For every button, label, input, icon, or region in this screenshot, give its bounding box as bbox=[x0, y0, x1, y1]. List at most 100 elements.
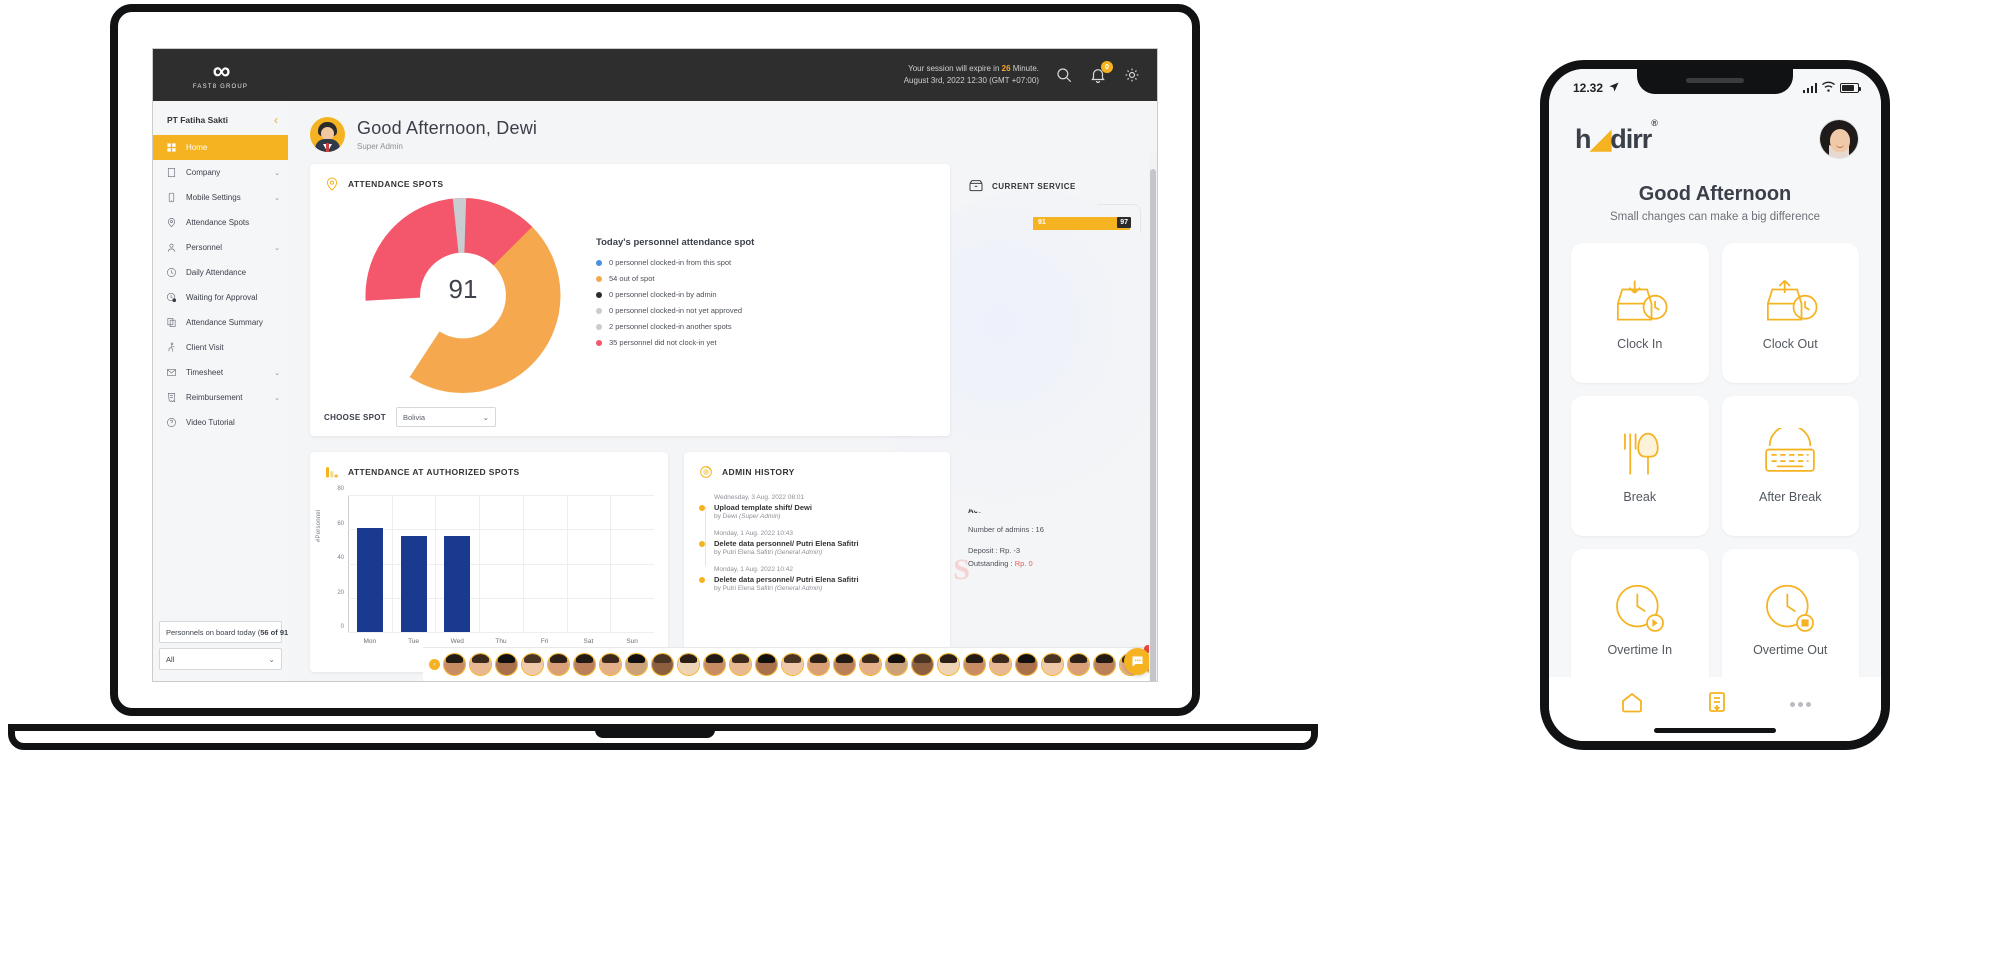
avatar[interactable] bbox=[859, 653, 882, 676]
tile-overtime-in[interactable]: Overtime In bbox=[1571, 549, 1709, 689]
avatar[interactable] bbox=[703, 653, 726, 676]
laptop-screen: ∞ FAST8 GROUP Your session will expire i… bbox=[152, 48, 1158, 682]
avatar[interactable] bbox=[833, 653, 856, 676]
avatar[interactable] bbox=[651, 653, 674, 676]
legend-dot bbox=[596, 340, 602, 346]
location-arrow-icon bbox=[1608, 81, 1620, 96]
cart-icon bbox=[968, 337, 984, 353]
overtime-in-icon bbox=[1609, 581, 1671, 633]
sidebar-item-label: Video Tutorial bbox=[186, 418, 280, 427]
tile-after-break[interactable]: After Break bbox=[1722, 396, 1860, 536]
history-author: by Putri Elena Safitri (General Admin) bbox=[714, 549, 936, 556]
link-invoice-deposit[interactable]: Invoice & Deposit bbox=[968, 425, 1141, 436]
bell-icon[interactable]: 0 bbox=[1089, 66, 1107, 84]
gridline: 20 bbox=[348, 598, 654, 599]
sidebar-item-daily-attendance[interactable]: Daily Attendance bbox=[153, 260, 288, 285]
sidebar-item-reimbursement[interactable]: Reimbursement ⌄ bbox=[153, 385, 288, 410]
avatar[interactable] bbox=[1093, 653, 1116, 676]
sidebar-item-attendance-summary[interactable]: Attendance Summary bbox=[153, 310, 288, 335]
list-item[interactable]: Wednesday, 3 Aug. 2022 08:01 Upload temp… bbox=[700, 494, 936, 520]
avatar[interactable] bbox=[989, 653, 1012, 676]
avatar[interactable] bbox=[443, 653, 466, 676]
sidebar-item-label: Waiting for Approval bbox=[186, 293, 280, 302]
avatar[interactable] bbox=[469, 653, 492, 676]
avatar[interactable] bbox=[1041, 653, 1064, 676]
avatar[interactable] bbox=[1819, 119, 1859, 159]
legend-dot bbox=[596, 308, 602, 314]
choose-spot-label: CHOOSE SPOT bbox=[324, 413, 386, 422]
bar[interactable] bbox=[357, 528, 383, 632]
session-info: Your session will expire in 26 Minute. A… bbox=[904, 63, 1039, 87]
gear-icon[interactable] bbox=[1123, 66, 1141, 84]
tile-overtime-out[interactable]: Overtime Out bbox=[1722, 549, 1860, 689]
avatar[interactable] bbox=[963, 653, 986, 676]
page-title: Good Afternoon, Dewi bbox=[357, 118, 537, 139]
brand-logo[interactable]: ∞ FAST8 GROUP bbox=[153, 60, 288, 90]
sidebar-item-timesheet[interactable]: Timesheet ⌄ bbox=[153, 360, 288, 385]
avatar[interactable] bbox=[547, 653, 570, 676]
sidebar-item-waiting-for-approval[interactable]: Waiting for Approval bbox=[153, 285, 288, 310]
order-empty-text: - You don't have any orders - bbox=[968, 363, 1141, 398]
avatar[interactable] bbox=[521, 653, 544, 676]
avatar[interactable] bbox=[885, 653, 908, 676]
avatar[interactable] bbox=[573, 653, 596, 676]
avatar[interactable] bbox=[625, 653, 648, 676]
list-item[interactable]: Monday, 1 Aug. 2022 10:42 Delete data pe… bbox=[700, 566, 936, 592]
bar[interactable] bbox=[444, 536, 470, 632]
avatar[interactable] bbox=[677, 653, 700, 676]
tile-break[interactable]: Break bbox=[1571, 396, 1709, 536]
list-item[interactable]: Monday, 1 Aug. 2022 10:43 Delete data pe… bbox=[700, 530, 936, 556]
help-circle-icon bbox=[166, 417, 177, 428]
chevron-left-icon[interactable]: ‹ bbox=[274, 115, 278, 125]
choose-spot-select[interactable]: Bolivia ⌄ bbox=[396, 407, 496, 427]
avatar[interactable] bbox=[1067, 653, 1090, 676]
sidebar-item-video-tutorial[interactable]: Video Tutorial bbox=[153, 410, 288, 435]
sidebar-item-label: Client Visit bbox=[186, 343, 280, 352]
home-icon[interactable] bbox=[1620, 690, 1644, 719]
add-more-quota-button[interactable]: Add more quota bbox=[968, 292, 1141, 315]
report-icon[interactable] bbox=[1705, 690, 1729, 719]
more-dots-icon[interactable] bbox=[1790, 702, 1811, 707]
vertical-scrollbar[interactable] bbox=[1149, 153, 1157, 681]
avatar[interactable] bbox=[781, 653, 804, 676]
account-outstanding: Outstanding : Rp. 0 bbox=[968, 557, 1141, 570]
avatar[interactable] bbox=[911, 653, 934, 676]
attendance-donut-chart[interactable]: 91 bbox=[348, 198, 578, 393]
avatar[interactable] bbox=[495, 653, 518, 676]
tile-clock-out[interactable]: Clock Out bbox=[1722, 243, 1860, 383]
x-axis-tick: Sun bbox=[626, 638, 638, 645]
link-change-service[interactable]: Change Service ⌄ bbox=[968, 452, 1141, 463]
avatar[interactable] bbox=[599, 653, 622, 676]
link-announcement[interactable]: Announcement bbox=[968, 398, 1141, 409]
avatar[interactable] bbox=[729, 653, 752, 676]
filter-select[interactable]: All ⌄ bbox=[159, 648, 282, 670]
avatar[interactable] bbox=[1015, 653, 1038, 676]
avatar[interactable] bbox=[755, 653, 778, 676]
avatar[interactable] bbox=[937, 653, 960, 676]
sidebar-item-home[interactable]: Home bbox=[153, 135, 288, 160]
x-axis-tick: Fri bbox=[541, 638, 549, 645]
bar-chart[interactable]: #Personnel 020406080MonTueWedThuFriSatSu… bbox=[318, 490, 660, 655]
sidebar-item-attendance-spots[interactable]: Attendance Spots bbox=[153, 210, 288, 235]
link-label: Announcement bbox=[987, 399, 1037, 408]
greeting-subtitle: Small changes can make a big difference bbox=[1549, 211, 1881, 223]
sidebar: PT Fatiha Sakti ‹ Home Company ⌄ Mobile … bbox=[153, 101, 288, 681]
chat-bubble-icon[interactable] bbox=[1124, 648, 1151, 675]
y-axis-label: #Personnel bbox=[316, 510, 322, 542]
sidebar-item-mobile-settings[interactable]: Mobile Settings ⌄ bbox=[153, 185, 288, 210]
scrollbar-thumb[interactable] bbox=[1150, 169, 1156, 682]
sidebar-item-client-visit[interactable]: Client Visit bbox=[153, 335, 288, 360]
chevron-down-icon: ⌄ bbox=[1134, 453, 1141, 462]
sidebar-item-personnel[interactable]: Personnel ⌄ bbox=[153, 235, 288, 260]
link-contact-us[interactable]: Contact us bbox=[968, 479, 1141, 490]
tile-label: Overtime In bbox=[1607, 643, 1672, 657]
account-admins: Number of admins : 16 bbox=[968, 523, 1141, 536]
chevron-left-icon[interactable]: ‹ bbox=[429, 659, 440, 670]
tile-clock-in[interactable]: Clock In bbox=[1571, 243, 1709, 383]
logo-part-1: h bbox=[1575, 124, 1591, 154]
avatar[interactable] bbox=[807, 653, 830, 676]
bar[interactable] bbox=[401, 536, 427, 632]
sidebar-item-company[interactable]: Company ⌄ bbox=[153, 160, 288, 185]
search-icon[interactable] bbox=[1055, 66, 1073, 84]
onboard-select[interactable]: Personnels on board today (56 of 91) ⌄ bbox=[159, 621, 282, 643]
